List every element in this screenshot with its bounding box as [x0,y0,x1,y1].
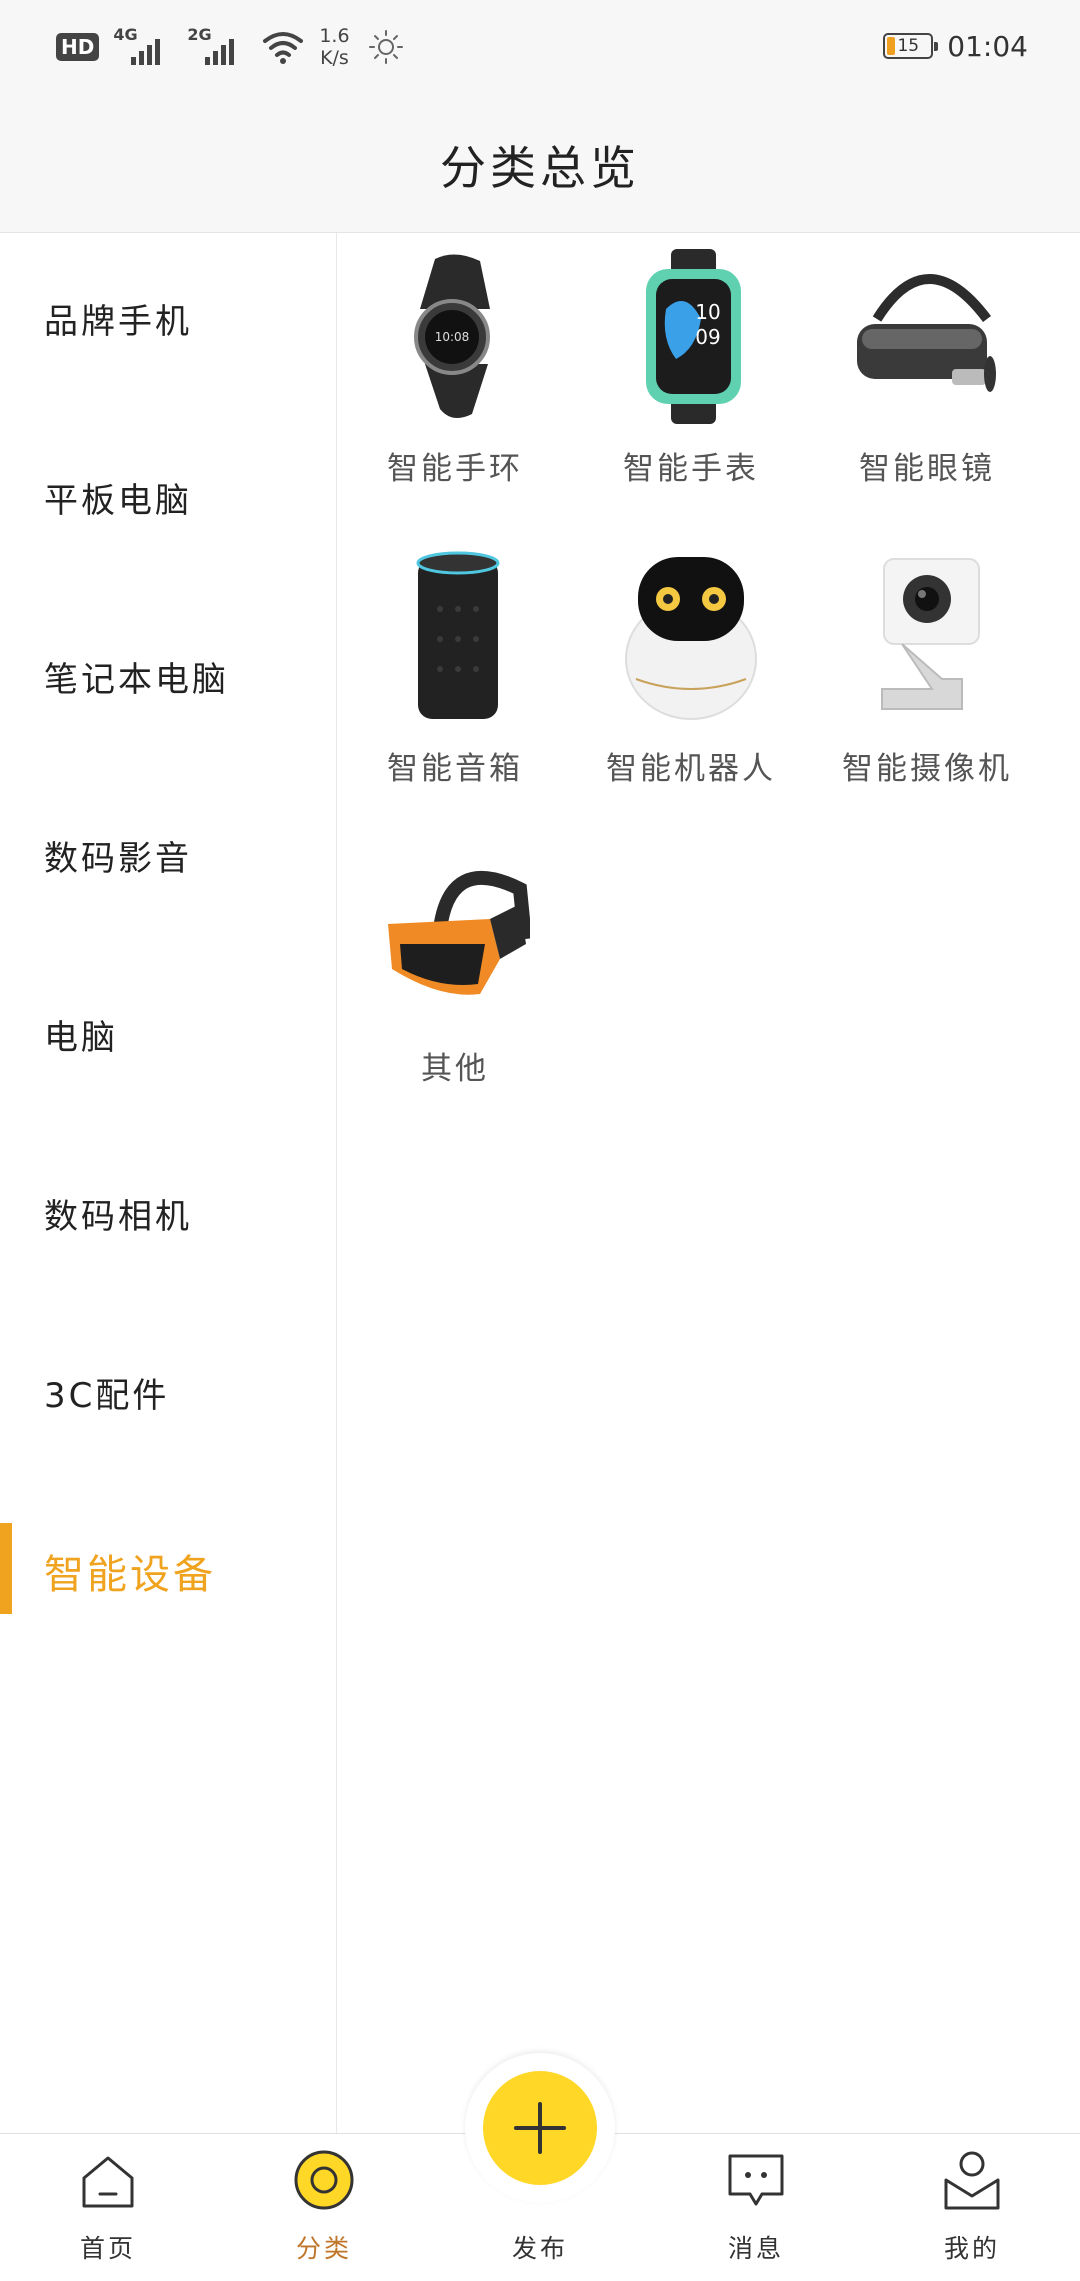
add-icon [514,2102,566,2154]
nav-messages[interactable]: 消息 [648,2134,864,2281]
sidebar-item-laptops[interactable]: 笔记本电脑 [0,591,336,770]
smart-speaker-icon [416,551,500,719]
category-sidebar: 品牌手机 平板电脑 笔记本电脑 数码影音 电脑 数码相机 3C配件 智能设备 [0,233,337,2133]
network-speed: 1.6 K/s [319,25,349,69]
sidebar-item-digital-av[interactable]: 数码影音 [0,770,336,949]
sidebar-item-3c-accessories[interactable]: 3C配件 [0,1307,336,1486]
nav-label: 首页 [79,2234,136,2263]
orange-vr-headset-icon [388,870,530,995]
nav-home[interactable]: 首页 [0,2134,216,2281]
hd-badge: HD [56,33,100,61]
brightness-icon [368,30,403,64]
smart-watch-icon: 10 09 [646,249,741,424]
nav-label: 我的 [943,2234,1000,2263]
profile-icon [944,2151,1000,2210]
active-indicator [0,1523,12,1614]
sidebar-item-smart-devices[interactable]: 智能设备 [0,1486,336,1665]
grid-item-smart-speaker[interactable]: 智能音箱 [337,533,573,823]
sidebar-item-label: 品牌手机 [44,302,192,342]
battery-level: 15 [897,36,920,56]
grid-item-label: 智能音箱 [387,751,523,787]
sidebar-item-label: 平板电脑 [44,481,192,521]
nav-category[interactable]: 分类 [216,2134,432,2281]
publish-button[interactable] [483,2071,597,2185]
grid-item-other[interactable]: 其他 [337,833,573,1123]
nav-profile[interactable]: 我的 [864,2134,1080,2281]
sidebar-item-label: 智能设备 [44,1552,216,1598]
page-title: 分类总览 [440,141,640,195]
svg-text:10: 10 [695,300,720,324]
sidebar-item-brand-phones[interactable]: 品牌手机 [0,233,336,412]
app-header: 分类总览 [0,92,1080,233]
grid-item-label: 智能眼镜 [859,451,995,487]
nav-label: 发布 [511,2234,568,2263]
signal-sim2-icon: 2G [187,25,247,69]
sidebar-item-tablets[interactable]: 平板电脑 [0,412,336,591]
smart-band-icon: 10:08 [414,254,490,418]
status-bar: HD 4G 2G 1.6 K/s 15 01:04 [0,0,1080,92]
speed-value: 1.6 [319,25,350,47]
status-left: HD 4G 2G 1.6 K/s [56,22,408,72]
grid-item-label: 智能手环 [387,451,523,487]
camera-icon [881,558,980,710]
grid-item-label: 智能机器人 [606,751,776,787]
svg-text:09: 09 [695,325,720,349]
grid-item-label: 智能摄像机 [842,751,1012,787]
grid-item-label: 智能手表 [623,451,759,487]
wifi-icon [263,32,304,64]
grid-item-smart-glasses[interactable]: 智能眼镜 [809,233,1045,523]
grid-item-smart-band[interactable]: 10:08 智能手环 [337,233,573,523]
vr-headset-icon [857,274,996,392]
grid-item-smart-robot[interactable]: 智能机器人 [573,533,809,823]
signal-sim1-icon: 4G [113,25,173,69]
clock: 01:04 [947,29,1028,63]
message-icon [728,2154,784,2206]
grid-item-smart-watch[interactable]: 10 09 智能手表 [573,233,809,523]
sidebar-item-digital-cameras[interactable]: 数码相机 [0,1128,336,1307]
robot-icon [625,557,757,720]
sidebar-item-label: 数码相机 [44,1197,192,1237]
sidebar-item-label: 数码影音 [44,839,192,879]
nav-label: 分类 [295,2234,352,2263]
home-icon [82,2156,134,2208]
speed-unit: K/s [320,47,349,69]
category-icon [294,2150,354,2210]
sidebar-item-label: 3C配件 [44,1376,170,1416]
publish-fab-container [465,2053,615,2203]
nav-label: 消息 [727,2234,784,2263]
sidebar-item-computers[interactable]: 电脑 [0,949,336,1128]
sidebar-item-label: 笔记本电脑 [44,660,229,700]
battery-icon: 15 [883,33,939,59]
grid-item-smart-camera[interactable]: 智能摄像机 [809,533,1045,823]
sidebar-item-label: 电脑 [44,1018,118,1058]
status-right: 15 01:04 [883,24,1028,68]
grid-item-label: 其他 [421,1051,489,1087]
svg-text:10:08: 10:08 [435,330,470,344]
